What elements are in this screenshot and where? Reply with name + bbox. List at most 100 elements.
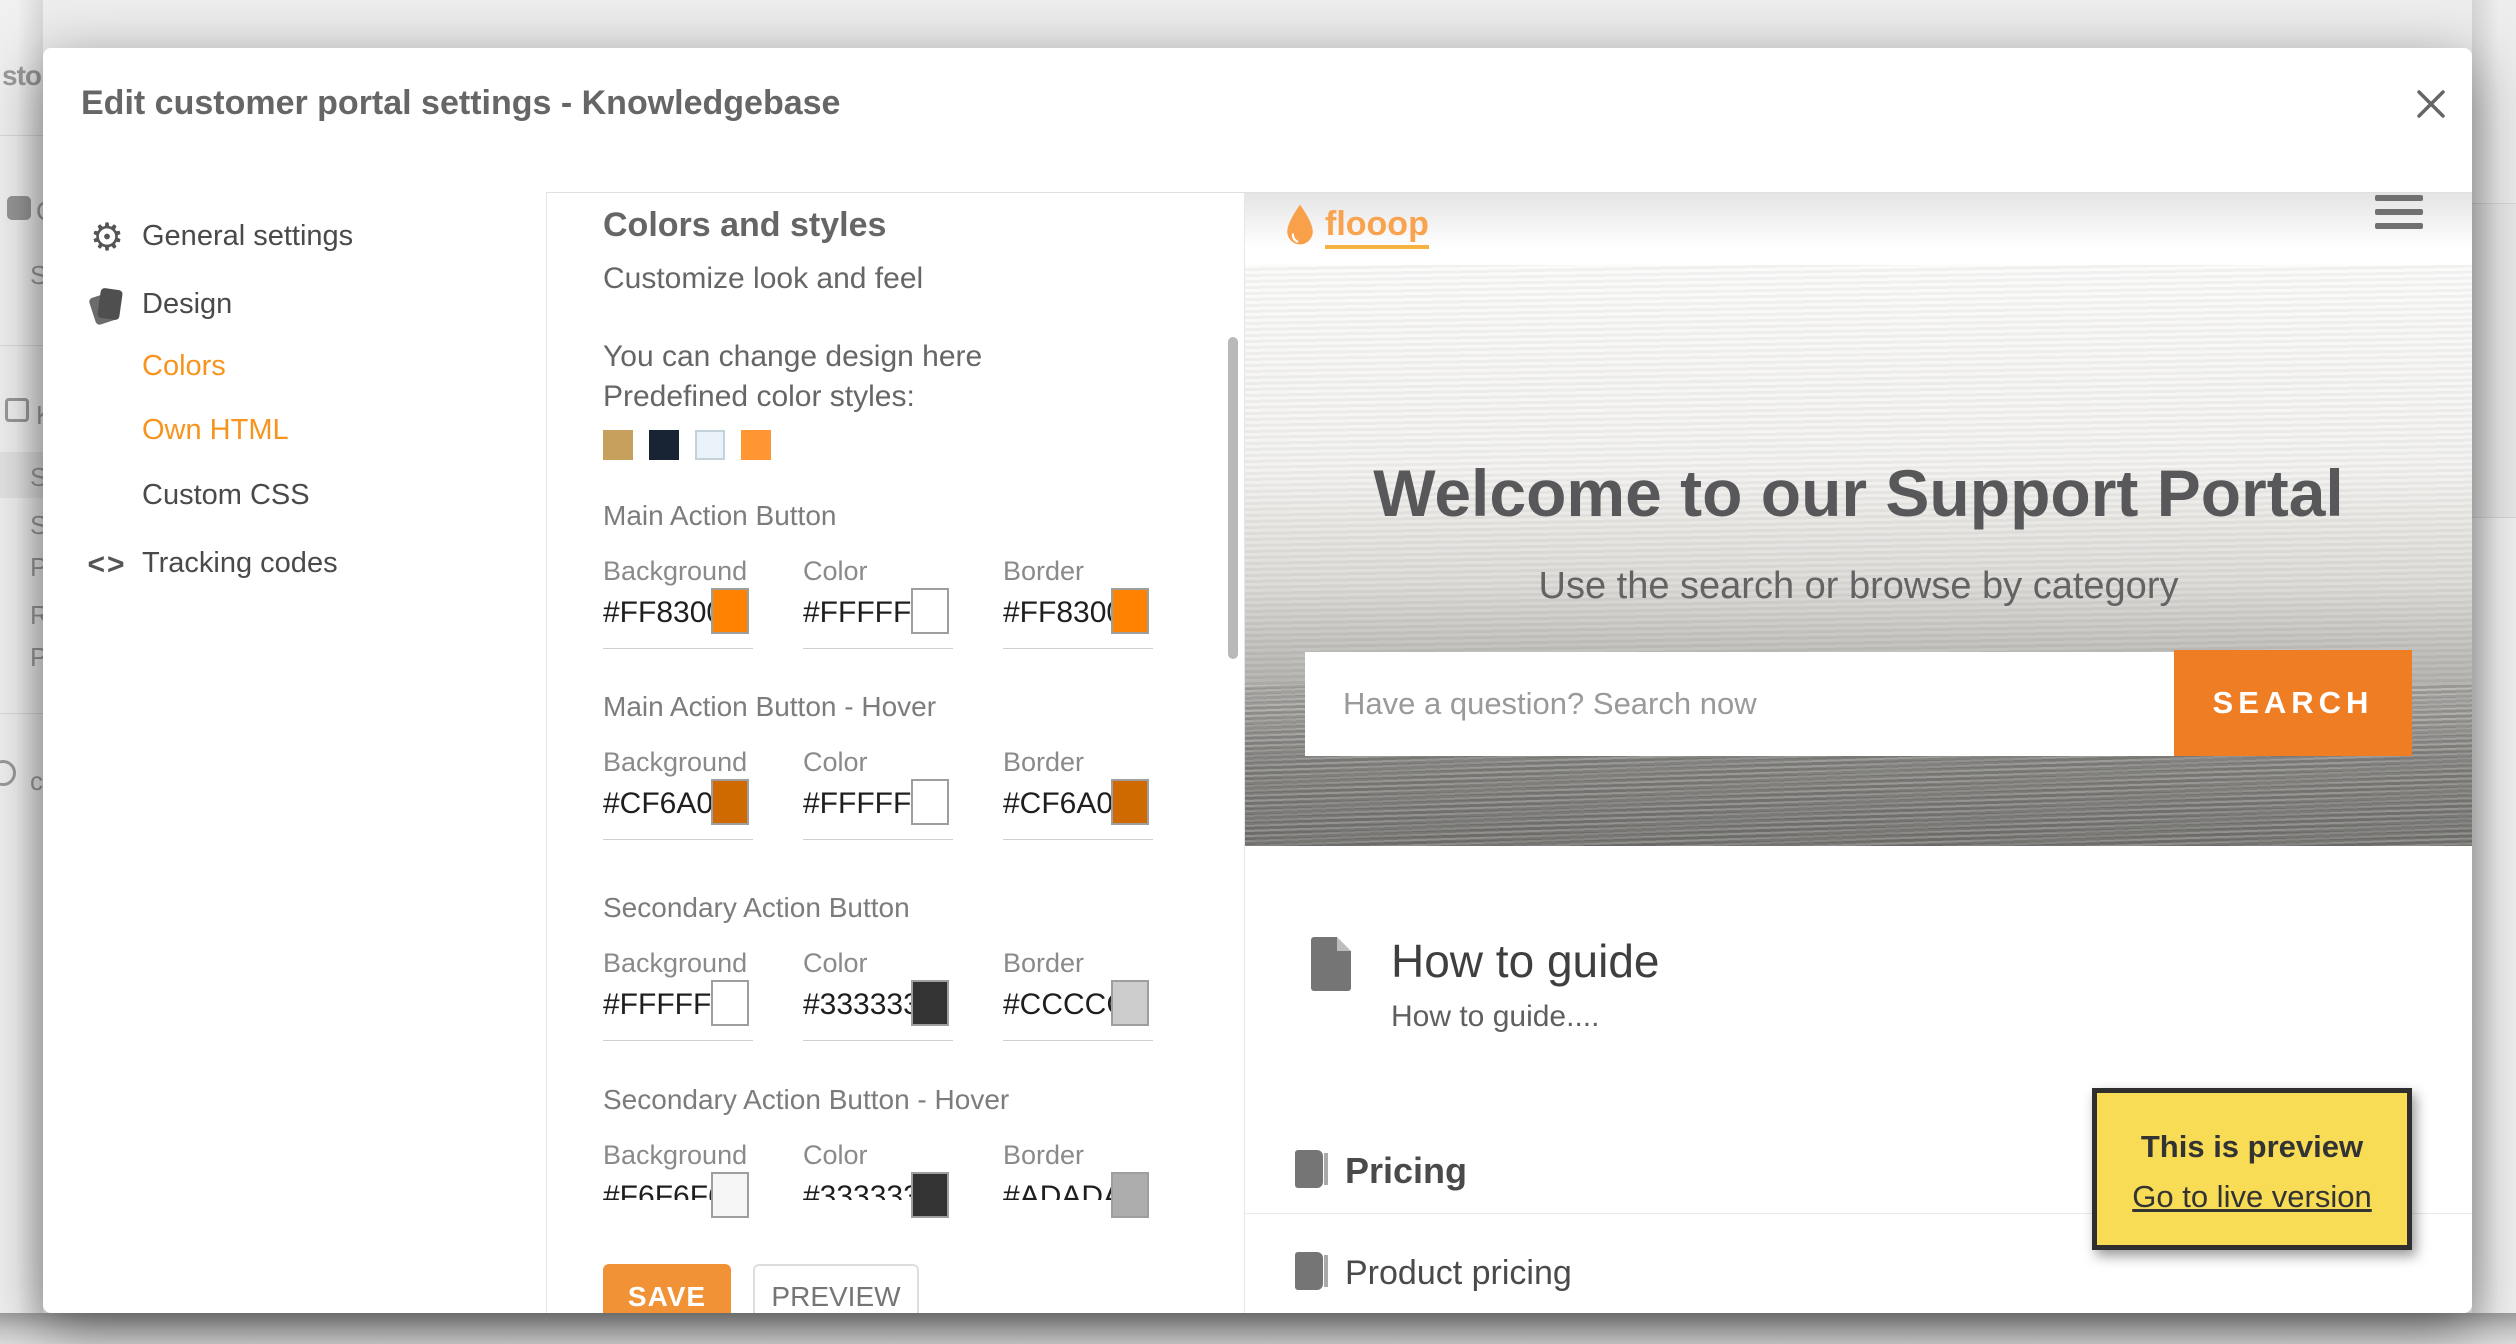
article-excerpt: How to guide.... [1391, 1000, 1600, 1033]
color-swatch[interactable] [711, 1172, 749, 1218]
divider [2472, 203, 2516, 204]
background-page-bottom [0, 1313, 2516, 1344]
color-swatch[interactable] [1111, 779, 1149, 825]
field-label: Background [603, 948, 748, 978]
panel-scrollbar[interactable] [1228, 337, 1238, 659]
color-swatch[interactable] [1111, 980, 1149, 1026]
code-icon: <> [87, 548, 127, 581]
background-segment [2472, 0, 2516, 203]
sidebar-item-label: Colors [142, 350, 226, 382]
article-row: How to guide How to guide.... [1245, 928, 2472, 1088]
sidebar-item-label: General settings [142, 220, 354, 252]
input-underline [603, 839, 753, 840]
sidebar-item-design[interactable]: Design [43, 282, 543, 332]
divider [0, 345, 43, 346]
predefined-color-styles [603, 430, 771, 460]
sidebar-item-tracking-codes[interactable]: <> Tracking codes [43, 541, 543, 591]
field-label: Border [1003, 1140, 1085, 1170]
background-text-fragment: P [30, 642, 43, 672]
hamburger-menu-icon[interactable] [2375, 195, 2423, 233]
close-icon[interactable] [2405, 78, 2457, 130]
color-swatch[interactable] [1111, 1172, 1149, 1218]
divider [0, 713, 43, 714]
preset-swatch-pale-blue[interactable] [695, 430, 725, 460]
go-to-live-version-link[interactable]: Go to live version [2097, 1179, 2407, 1215]
section-title: Main Action Button [603, 500, 837, 531]
color-swatch[interactable] [711, 980, 749, 1026]
background-segment [2472, 517, 2516, 1313]
hero-subtitle: Use the search or browse by category [1538, 565, 2179, 607]
document-icon [1311, 937, 1351, 991]
section-title: Secondary Action Button - Hover [603, 1084, 1010, 1115]
modal-title: Edit customer portal settings - Knowledg… [81, 84, 841, 122]
category-label: Product pricing [1345, 1254, 1572, 1292]
background-text-fragment: S [30, 510, 43, 540]
field-label: Color [803, 747, 868, 777]
background-text-fragment: K [36, 400, 43, 431]
field-label: Border [1003, 747, 1085, 777]
background-text-fragment: C [36, 196, 43, 227]
design-icon [85, 284, 129, 328]
sidebar-item-label: Own HTML [142, 414, 289, 446]
save-button[interactable]: SAVE [603, 1264, 731, 1313]
field-label: Border [1003, 948, 1085, 978]
background-page-right [2472, 0, 2516, 1313]
background-icon [7, 196, 31, 220]
article-title-link[interactable]: How to guide [1391, 934, 1660, 988]
color-swatch[interactable] [711, 588, 749, 634]
sidebar-item-general-settings[interactable]: ⚙ General settings [43, 214, 543, 264]
input-underline [1003, 648, 1153, 649]
field-label: Background [603, 1140, 748, 1170]
input-underline [803, 1040, 953, 1041]
sidebar-item-label: Tracking codes [142, 547, 338, 579]
divider [0, 135, 43, 136]
input-underline [603, 648, 753, 649]
preset-swatch-tan[interactable] [603, 430, 633, 460]
panel-title: Colors and styles [603, 206, 887, 244]
input-underline [803, 648, 953, 649]
sidebar-item-own-html[interactable]: Own HTML [43, 408, 543, 458]
portal-logo-text: flooop [1325, 205, 1429, 249]
background-icon [0, 760, 16, 786]
color-swatch[interactable] [911, 779, 949, 825]
background-text-fragment: S [30, 260, 43, 290]
screen: stor C S K S S P R P c Edit customer por… [0, 0, 2516, 1344]
hero-title: Welcome to our Support Portal [1373, 456, 2344, 530]
field-label: Background [603, 556, 748, 586]
category-row-product-pricing[interactable]: Product pricing [1245, 1246, 2472, 1312]
search-button[interactable]: SEARCH [2174, 650, 2412, 756]
edit-portal-settings-modal: Edit customer portal settings - Knowledg… [43, 48, 2472, 1313]
book-icon [1295, 1150, 1328, 1188]
field-label: Background [603, 747, 748, 777]
section-title: Main Action Button - Hover [603, 691, 937, 722]
divider [2472, 517, 2516, 518]
search-input[interactable] [1305, 652, 2174, 756]
portal-hero: Welcome to our Support Portal Use the se… [1245, 265, 2472, 846]
color-swatch[interactable] [911, 588, 949, 634]
sidebar-item-custom-css[interactable]: Custom CSS [43, 473, 543, 523]
color-swatch[interactable] [911, 1172, 949, 1218]
panel-hint: You can change design here [603, 340, 983, 373]
category-label: Pricing [1345, 1150, 1468, 1191]
input-underline [1003, 1040, 1153, 1041]
preview-mode-badge: This is preview Go to live version [2092, 1088, 2412, 1250]
preset-swatch-orange[interactable] [741, 430, 771, 460]
field-label: Color [803, 948, 868, 978]
input-underline [803, 839, 953, 840]
panel-hint: Predefined color styles: [603, 380, 915, 413]
book-icon [1295, 1252, 1328, 1290]
color-swatch[interactable] [1111, 588, 1149, 634]
preset-swatch-navy[interactable] [649, 430, 679, 460]
preview-button[interactable]: PREVIEW [753, 1264, 919, 1313]
background-text-fragment: S [30, 462, 43, 492]
sidebar-item-colors[interactable]: Colors [43, 344, 543, 394]
portal-logo[interactable]: flooop [1283, 203, 1429, 249]
background-segment [2472, 203, 2516, 517]
color-swatch[interactable] [711, 779, 749, 825]
background-page-left: stor C S K S S P R P c [0, 0, 43, 1313]
droplet-icon [1283, 203, 1317, 249]
field-label: Color [803, 556, 868, 586]
background-text-fragment: stor [2, 60, 43, 91]
sidebar-item-label: Design [142, 288, 233, 320]
color-swatch[interactable] [911, 980, 949, 1026]
